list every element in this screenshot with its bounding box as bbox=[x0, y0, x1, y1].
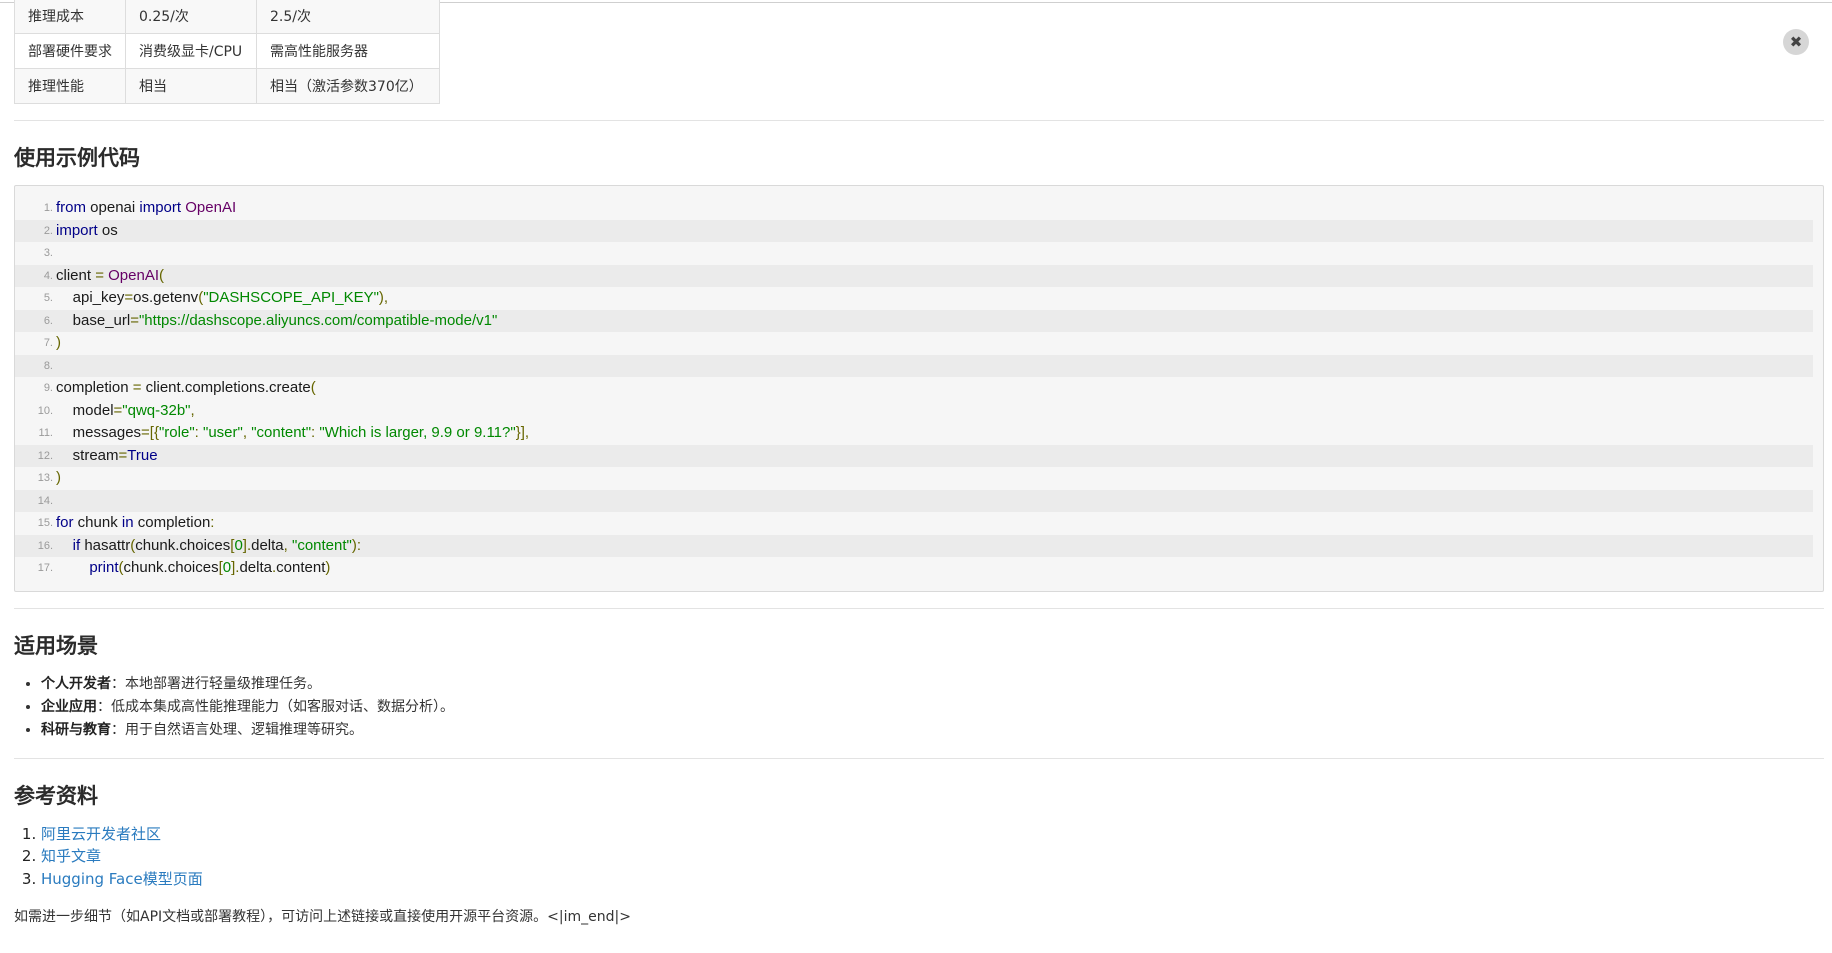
line-number: 13. bbox=[37, 472, 53, 484]
close-icon: ✖ bbox=[1789, 33, 1803, 51]
code-text: base_url="https://dashscope.aliyuncs.com… bbox=[56, 311, 498, 329]
list-item: Hugging Face模型页面 bbox=[41, 868, 1824, 891]
code-line: 1. from openai import OpenAI bbox=[15, 197, 1813, 220]
scenario-title: 企业应用 bbox=[41, 698, 97, 715]
line-number: 15. bbox=[37, 517, 53, 529]
table-cell-qwq: 消费级显卡/CPU bbox=[125, 33, 257, 69]
list-item: 科研与教育：用于自然语言处理、逻辑推理等研究。 bbox=[41, 719, 1824, 742]
line-number: 7. bbox=[43, 337, 53, 349]
code-text: messages=[{"role": "user", "content": "W… bbox=[56, 424, 530, 441]
code-line: 12. stream=True bbox=[15, 444, 1813, 467]
line-number: 11. bbox=[38, 427, 53, 439]
reference-link-huggingface[interactable]: Hugging Face模型页面 bbox=[41, 870, 203, 888]
table-cell-label: 推理性能 bbox=[14, 68, 126, 104]
table-cell-label: 部署硬件要求 bbox=[14, 33, 126, 69]
table-cell-other: 2.5/次 bbox=[256, 0, 440, 34]
close-button[interactable]: ✖ bbox=[1783, 29, 1809, 55]
scenario-desc: ：低成本集成高性能推理能力（如客服对话、数据分析）。 bbox=[97, 698, 454, 715]
section-divider bbox=[14, 607, 1824, 609]
scenario-desc: ：本地部署进行轻量级推理任务。 bbox=[111, 675, 321, 692]
code-text: from openai import OpenAI bbox=[56, 199, 237, 216]
reference-link-zhihu[interactable]: 知乎文章 bbox=[41, 847, 101, 865]
code-text: completion = client.completions.create( bbox=[56, 379, 316, 396]
line-number: 14. bbox=[37, 494, 53, 507]
line-number: 16. bbox=[37, 539, 53, 552]
code-text: print(chunk.choices[0].delta.content) bbox=[89, 559, 331, 576]
line-number: 2. bbox=[43, 224, 53, 237]
references-list: 阿里云开发者社区 知乎文章 Hugging Face模型页面 bbox=[14, 823, 1824, 891]
list-item: 企业应用：低成本集成高性能推理能力（如客服对话、数据分析）。 bbox=[41, 696, 1824, 719]
code-line: 17. print(chunk.choices[0].delta.content… bbox=[15, 557, 1813, 580]
code-section-heading: 使用示例代码 bbox=[14, 146, 140, 170]
comparison-table: 推理成本 0.25/次 2.5/次 部署硬件要求 消费级显卡/CPU 需高性能服… bbox=[14, 0, 440, 104]
code-line: 4. client = OpenAI( bbox=[15, 264, 1813, 287]
line-number: 12. bbox=[37, 449, 53, 462]
scenarios-list: 个人开发者：本地部署进行轻量级推理任务。 企业应用：低成本集成高性能推理能力（如… bbox=[14, 673, 1824, 742]
table-cell-qwq: 0.25/次 bbox=[125, 0, 257, 34]
scenario-desc: ：用于自然语言处理、逻辑推理等研究。 bbox=[111, 721, 363, 738]
table-cell-label: 推理成本 bbox=[14, 0, 126, 34]
line-number: 9. bbox=[43, 382, 53, 394]
list-item: 阿里云开发者社区 bbox=[41, 823, 1824, 846]
code-line: 6. base_url="https://dashscope.aliyuncs.… bbox=[15, 309, 1813, 332]
line-number: 3. bbox=[43, 247, 53, 259]
code-line: 10. model="qwq-32b", bbox=[15, 400, 1813, 423]
code-line: 8. bbox=[15, 354, 1813, 378]
line-number: 6. bbox=[43, 314, 53, 327]
code-text: model="qwq-32b", bbox=[56, 401, 195, 419]
line-number: 5. bbox=[43, 292, 53, 304]
table-row: 部署硬件要求 消费级显卡/CPU 需高性能服务器 bbox=[14, 33, 440, 69]
code-text: import os bbox=[56, 221, 118, 239]
code-line: 9. completion = client.completions.creat… bbox=[15, 377, 1813, 400]
code-line: 2. import os bbox=[15, 219, 1813, 242]
references-heading: 参考资料 bbox=[14, 783, 98, 808]
table-cell-qwq: 相当 bbox=[125, 68, 257, 104]
code-line: 16. if hasattr(chunk.choices[0].delta, "… bbox=[15, 534, 1813, 557]
code-line: 3. bbox=[15, 242, 1813, 265]
line-number: 8. bbox=[43, 359, 53, 372]
code-block[interactable]: 1. from openai import OpenAI 2. import o… bbox=[14, 185, 1824, 592]
line-number: 4. bbox=[43, 269, 53, 282]
reference-link-aliyun[interactable]: 阿里云开发者社区 bbox=[41, 825, 161, 843]
scenario-title: 个人开发者 bbox=[41, 675, 111, 692]
section-divider bbox=[14, 120, 1824, 121]
code-text: ) bbox=[56, 334, 61, 351]
line-number: 10. bbox=[37, 404, 53, 417]
code-line: 11. messages=[{"role": "user", "content"… bbox=[15, 422, 1813, 445]
code-line: 7. ) bbox=[15, 332, 1813, 355]
code-text: api_key=os.getenv("DASHSCOPE_API_KEY"), bbox=[56, 289, 389, 306]
code-line: 5. api_key=os.getenv("DASHSCOPE_API_KEY"… bbox=[15, 287, 1813, 310]
scenario-title: 科研与教育 bbox=[41, 721, 111, 738]
code-text: client = OpenAI( bbox=[56, 266, 164, 284]
list-item: 知乎文章 bbox=[41, 845, 1824, 868]
code-line: 15. for chunk in completion: bbox=[15, 512, 1813, 535]
table-row: 推理性能 相当 相当（激活参数370亿） bbox=[14, 68, 440, 104]
code-line: 13. ) bbox=[15, 467, 1813, 490]
code-line: 14. bbox=[15, 489, 1813, 513]
code-text: stream=True bbox=[56, 446, 158, 464]
list-item: 个人开发者：本地部署进行轻量级推理任务。 bbox=[41, 673, 1824, 696]
table-cell-other: 相当（激活参数370亿） bbox=[256, 68, 440, 104]
article-content: 推理成本 0.25/次 2.5/次 部署硬件要求 消费级显卡/CPU 需高性能服… bbox=[14, 0, 1824, 926]
table-cell-other: 需高性能服务器 bbox=[256, 33, 440, 69]
table-row: 推理成本 0.25/次 2.5/次 bbox=[14, 0, 440, 34]
line-number: 1. bbox=[43, 202, 53, 214]
footer-note: 如需进一步细节（如API文档或部署教程），可访问上述链接或直接使用开源平台资源。… bbox=[14, 909, 631, 925]
section-divider bbox=[14, 757, 1824, 759]
line-number: 17. bbox=[37, 562, 53, 574]
scenarios-heading: 适用场景 bbox=[14, 633, 98, 658]
code-text: if hasattr(chunk.choices[0].delta, "cont… bbox=[72, 536, 362, 554]
code-text: for chunk in completion: bbox=[56, 514, 215, 531]
code-text: ) bbox=[56, 469, 61, 486]
